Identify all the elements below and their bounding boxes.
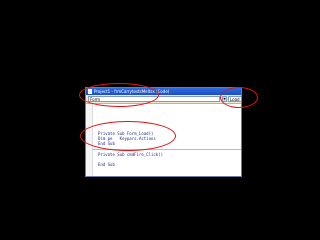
code-line[interactable]: End Sub bbox=[98, 162, 115, 167]
presentation-slide: { "window": { "title": "Project1 - frmCa… bbox=[0, 0, 320, 240]
highlight-ellipse-procedure bbox=[220, 87, 258, 108]
code-line[interactable]: Private Sub cmdFire_Click() bbox=[98, 152, 163, 157]
highlight-ellipse-code bbox=[80, 121, 176, 151]
highlight-ellipse-title bbox=[79, 83, 159, 107]
